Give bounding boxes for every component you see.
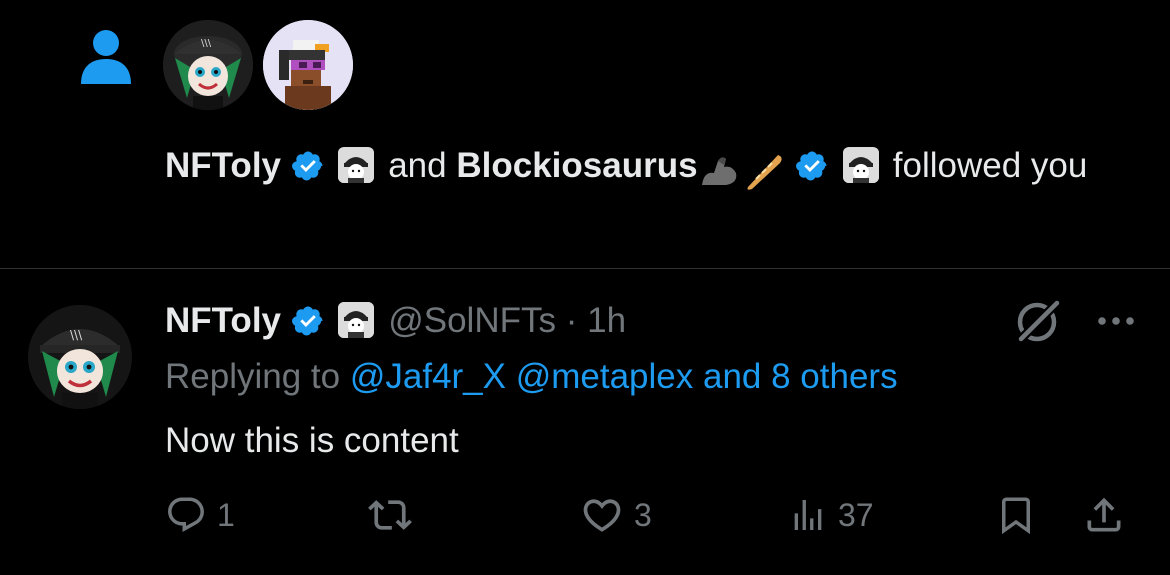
replying-others-link[interactable]: and 8 others: [703, 357, 898, 396]
tweet-text: Now this is content: [165, 421, 459, 460]
tweet-timestamp[interactable]: 1h: [587, 301, 626, 340]
svg-text:\\\: \\\: [201, 38, 212, 49]
connector-text: and: [388, 146, 447, 185]
like-button[interactable]: 3: [580, 492, 652, 538]
replying-prefix: Replying to: [165, 357, 341, 396]
views-chart-icon: [794, 500, 822, 530]
reply-icon: [168, 497, 204, 532]
replying-to-line: Replying to @Jaf4r_X @metaplex and 8 oth…: [165, 352, 898, 402]
grok-icon[interactable]: [1013, 295, 1065, 347]
nftoly-avatar[interactable]: \\\: [163, 20, 253, 110]
verified-badge-icon: [291, 146, 325, 198]
dot-separator: ·: [565, 301, 578, 340]
share-button[interactable]: [1082, 492, 1126, 538]
followed-text: followed: [892, 146, 1022, 185]
blockiosaurus-avatar[interactable]: [263, 20, 353, 110]
like-count: 3: [634, 496, 652, 533]
views-count: 37: [838, 496, 874, 533]
reply-count: 1: [217, 496, 235, 533]
svg-text:\\\: \\\: [70, 328, 83, 342]
tweet-author-name[interactable]: NFToly: [165, 301, 281, 340]
replying-users-link[interactable]: @Jaf4r_X @metaplex: [350, 357, 693, 396]
affiliate-badge-icon: [338, 147, 375, 183]
follow-notification-text: NFToly and Blockiosaurus followed you: [165, 140, 1145, 198]
retweet-button[interactable]: [368, 492, 422, 538]
bookmark-icon: [1002, 497, 1030, 535]
verified-badge-icon-2: [795, 146, 829, 198]
views-button[interactable]: 37: [788, 492, 874, 538]
verified-badge-icon-3: [291, 302, 325, 352]
you-text: you: [1030, 146, 1088, 185]
affiliate-badge-icon-2: [843, 147, 880, 183]
bookmark-button[interactable]: [995, 492, 1037, 538]
person-icon: [78, 26, 134, 86]
tweet-author-handle[interactable]: @SolNFTs: [388, 301, 556, 340]
more-options-icon[interactable]: [1093, 306, 1139, 336]
tweet-author-avatar[interactable]: \\\: [28, 305, 132, 409]
share-icon: [1087, 497, 1121, 532]
follower-name-2[interactable]: Blockiosaurus: [456, 146, 697, 185]
divider: [0, 268, 1170, 269]
flexed-biceps-icon: [698, 146, 742, 198]
heart-icon: [583, 499, 621, 532]
baguette-icon: [742, 146, 786, 198]
retweet-icon: [368, 500, 412, 530]
reply-button[interactable]: 1: [165, 492, 235, 538]
tweet-header: NFToly @SolNFTs · 1h: [165, 296, 626, 346]
affiliate-badge-icon-3: [338, 302, 375, 338]
follower-name-1[interactable]: NFToly: [165, 146, 281, 185]
